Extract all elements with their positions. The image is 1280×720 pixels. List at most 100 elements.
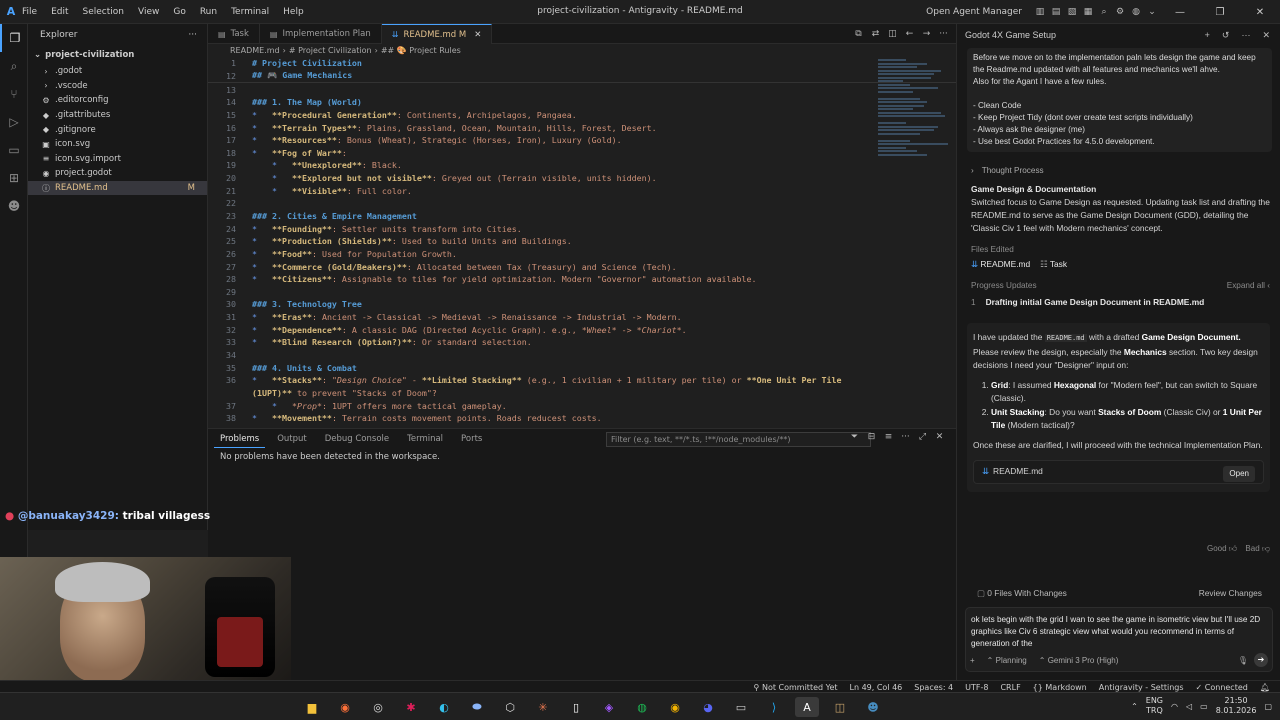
code-line[interactable]: 13 (208, 83, 956, 96)
terminal-taskbar-icon[interactable]: ▭ (729, 697, 753, 717)
collapse-all-icon[interactable]: ⊟ (863, 432, 880, 442)
maximize-panel-icon[interactable]: ⤢ (914, 432, 931, 442)
mode-selector[interactable]: ⌃ Planning (987, 656, 1027, 665)
code-line[interactable]: 31 * **Eras**: Ancient -> Classical -> Me… (208, 311, 956, 324)
minimap[interactable] (878, 59, 948, 156)
settings-gear-icon[interactable]: ⚙ (1112, 7, 1128, 17)
code-line[interactable]: 16 * **Terrain Types**: Plains, Grassland… (208, 121, 956, 134)
code-line[interactable]: (1UPT)** to prevent "Stacks of Doom"? (208, 387, 956, 400)
tab-readme[interactable]: ⇊ README.md M ✕ (381, 24, 493, 44)
code-line[interactable]: 20 * **Explored but not visible**: Greye… (208, 172, 956, 185)
code-line[interactable]: 28 * **Citizens**: Assignable to tiles fo… (208, 273, 956, 286)
tab-implementation-plan[interactable]: ▤ Implementation Plan (260, 24, 382, 44)
sticky-line[interactable]: 12 ## 🎮 Game Mechanics (208, 70, 956, 83)
code-line[interactable]: 30 ### 3. Technology Tree (208, 298, 956, 311)
code-line[interactable]: 23 ### 2. Cities & Empire Management (208, 210, 956, 223)
notifications-bell-icon[interactable]: 🔔︎ (1260, 683, 1270, 692)
code-line[interactable]: 33 * **Blind Research (Option?)**: Or sta… (208, 336, 956, 349)
edited-file-task[interactable]: ☷ Task (1040, 258, 1067, 271)
unity-taskbar-icon[interactable]: ⬡ (498, 697, 522, 717)
files-with-changes[interactable]: ▢ 0 Files With Changes (977, 588, 1067, 598)
menu-item-file[interactable]: File (22, 7, 37, 17)
code-editor[interactable]: 1 # Project Civilization 12 ## 🎮 Game Mecha… (208, 57, 956, 428)
encoding[interactable]: UTF-8 (965, 683, 988, 692)
figma-taskbar-icon[interactable]: ◈ (597, 697, 621, 717)
chrome-taskbar-icon[interactable]: ◉ (663, 697, 687, 717)
spotify-taskbar-icon[interactable]: ◍ (630, 697, 654, 717)
menu-item-run[interactable]: Run (200, 7, 217, 17)
notepad-taskbar-icon[interactable]: ▯ (564, 697, 588, 717)
restore-icon[interactable]: ❐ (1200, 7, 1240, 18)
discord-taskbar-icon[interactable]: ◕ (696, 697, 720, 717)
menu-item-edit[interactable]: Edit (51, 7, 68, 17)
close-tab-icon[interactable]: ✕ (474, 30, 481, 40)
slack-taskbar-icon[interactable]: ✱ (399, 697, 423, 717)
go-forward-icon[interactable]: → (918, 29, 935, 39)
file-tree-item[interactable]: ◉ project.godot (28, 166, 207, 181)
breadcrumb-subheading[interactable]: ## 🎨 Project Rules (381, 46, 461, 55)
firefox-taskbar-icon[interactable]: ◉ (333, 697, 357, 717)
chat-input[interactable]: ok lets begin with the grid I wan to see… (965, 607, 1273, 672)
microphone-icon[interactable]: 🎙︎ (1238, 656, 1248, 665)
file-tree-item[interactable]: › .godot (28, 64, 207, 79)
extensions-icon[interactable]: ⊞ (0, 164, 28, 192)
model-selector[interactable]: ⌃ Gemini 3 Pro (High) (1039, 656, 1119, 665)
file-tree-item[interactable]: › .vscode (28, 79, 207, 94)
volume-icon[interactable]: ◁ (1186, 702, 1192, 711)
file-tree-item[interactable]: ≡ icon.svg.import (28, 152, 207, 167)
wifi-icon[interactable]: ◠ (1171, 702, 1178, 711)
line-ending[interactable]: CRLF (1000, 683, 1020, 692)
close-window-icon[interactable]: ✕ (1240, 7, 1280, 18)
file-tree-item[interactable]: ▣ icon.svg (28, 137, 207, 152)
menu-item-help[interactable]: Help (283, 7, 304, 17)
input-language[interactable]: ENG TRQ (1146, 696, 1163, 716)
panel-tab-output[interactable]: Output (271, 431, 313, 447)
godot-icon[interactable]: ☻ (0, 192, 28, 220)
open-file-button[interactable]: Open (1223, 466, 1255, 482)
steam-taskbar-icon[interactable]: ⬬ (465, 697, 489, 717)
project-folder[interactable]: ⌄ project-civilization (28, 46, 207, 64)
tab-task[interactable]: ▤ Task (208, 24, 260, 44)
code-line[interactable]: 32 * **Dependence**: A classic DAG (Direc… (208, 323, 956, 336)
go-back-icon[interactable]: ← (901, 29, 918, 39)
thought-process-toggle[interactable]: › Thought Process (971, 166, 1280, 175)
account-icon[interactable]: ◍ (1128, 7, 1144, 17)
code-line[interactable]: 37 * *Prop*: 1UPT offers more tactical g… (208, 399, 956, 412)
view-as-tree-icon[interactable]: ≡ (880, 432, 897, 442)
new-chat-icon[interactable]: + (1205, 30, 1210, 41)
review-changes-button[interactable]: Review Changes (1199, 588, 1262, 598)
more-actions-icon[interactable]: ··· (188, 30, 197, 40)
filter-icon[interactable]: ⏷ (846, 432, 863, 442)
menu-item-selection[interactable]: Selection (83, 7, 124, 17)
code-line[interactable]: 35 ### 4. Units & Combat (208, 361, 956, 374)
tray-chevron-icon[interactable]: ⌃ (1131, 702, 1138, 711)
panel-tab-ports[interactable]: Ports (455, 431, 488, 447)
panel-tab-terminal[interactable]: Terminal (401, 431, 449, 447)
godot-taskbar-icon[interactable]: ◫ (828, 697, 852, 717)
sticky-line[interactable]: 1 # Project Civilization (208, 57, 956, 70)
git-blame-status[interactable]: ⚲ Not Committed Yet (754, 683, 838, 692)
history-icon[interactable]: ↺ (1222, 30, 1230, 41)
file-tree-item[interactable]: ⓘ README.md M (28, 180, 207, 196)
code-line[interactable]: 14 ### 1. The Map (World) (208, 96, 956, 109)
expand-all-button[interactable]: Expand all ‹ (1227, 279, 1270, 292)
breadcrumb-file[interactable]: README.md (230, 46, 280, 55)
code-line[interactable]: 36 * **Stacks**: "Design Choice" - **Limi… (208, 374, 956, 387)
split-editor-icon[interactable]: ◫ (884, 29, 901, 39)
edge-taskbar-icon[interactable]: ◐ (432, 697, 456, 717)
search-icon[interactable]: ⌕ (1096, 7, 1112, 17)
open-preview-icon[interactable]: ⧉ (850, 29, 867, 39)
search-activity-icon[interactable]: ⌕ (0, 52, 28, 80)
source-control-icon[interactable]: ⑂ (0, 80, 28, 108)
code-line[interactable]: 29 (208, 286, 956, 299)
more-actions-icon[interactable]: ··· (897, 432, 914, 442)
good-button[interactable]: Good 👍︎ (1207, 544, 1237, 553)
file-tree-item[interactable]: ◆ .gitignore (28, 122, 207, 137)
file-reference-card[interactable]: ⇊ README.md Open (973, 460, 1264, 484)
notifications-icon[interactable]: ▢ (1264, 702, 1272, 711)
problems-filter-input[interactable]: Filter (e.g. text, **/*.ts, !**/node_mod… (606, 432, 871, 447)
breadcrumb-heading[interactable]: # Project Civilization (289, 46, 372, 55)
code-line[interactable]: 21 * **Visible**: Full color. (208, 184, 956, 197)
open-agent-manager-button[interactable]: Open Agent Manager (926, 7, 1022, 17)
layout-panel-icon[interactable]: ▤ (1048, 7, 1064, 17)
